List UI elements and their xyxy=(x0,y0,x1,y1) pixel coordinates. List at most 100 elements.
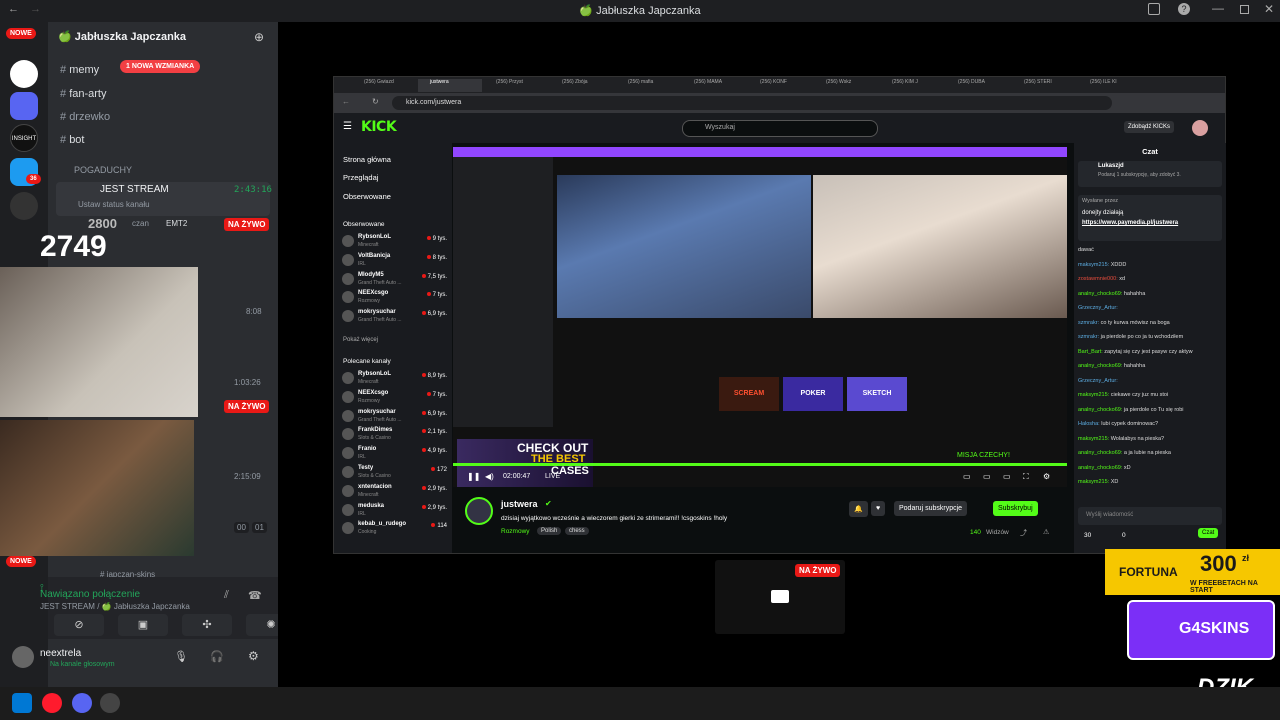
kicks-button[interactable]: Zdobądź KICKs xyxy=(1124,121,1175,133)
chat-username[interactable]: szmrakr: xyxy=(1078,320,1099,326)
progress-bar[interactable] xyxy=(453,463,1067,466)
app-icon[interactable] xyxy=(100,693,120,713)
chat-input[interactable]: Wyślij wiadomość xyxy=(1078,507,1222,525)
share-icon[interactable]: ⤴ xyxy=(1020,528,1027,538)
voice-status[interactable]: Ustaw status kanału xyxy=(78,200,150,209)
chat-username[interactable]: analny_chocko69: xyxy=(1078,465,1122,471)
channel-list-item[interactable]: VoltBanicja IRL 8 tys. xyxy=(342,252,447,270)
chat-username[interactable]: analny_chocko69: xyxy=(1078,407,1122,413)
channel-memy[interactable]: # memy xyxy=(60,64,99,76)
channel-list-item[interactable]: RybsonLoL Minecraft 9 tys. xyxy=(342,233,447,251)
channel-list-item[interactable]: RybsonLoL Minecraft 8,9 tys. xyxy=(342,370,447,388)
browser-tab[interactable]: (256) KIM J xyxy=(880,79,944,92)
subscribe-button[interactable]: Subskrybuj xyxy=(993,501,1038,516)
connection-status[interactable]: Nawiązano połączenie xyxy=(40,589,140,600)
channel-list-item[interactable]: NEEXcsgo Rozmowy 7 tys. xyxy=(342,389,447,407)
camera-off-icon[interactable]: ⊘ xyxy=(54,614,104,636)
server-icon[interactable] xyxy=(10,192,38,220)
webcam-tile-1[interactable] xyxy=(0,267,198,417)
chat-username[interactable]: zostawmnie000: xyxy=(1078,276,1118,282)
maximize-icon[interactable] xyxy=(1240,5,1249,14)
browser-tab[interactable]: (256) ILE KI xyxy=(1078,79,1130,92)
channel-list-item[interactable]: mokrysuchar Grand Theft Auto ... 6,9 tys. xyxy=(342,308,447,326)
screen-share-tile[interactable]: NA ŻYWO xyxy=(715,560,845,634)
channel-list-item[interactable]: Franio IRL 4,9 tys. xyxy=(342,445,447,463)
connection-channel[interactable]: JEST STREAM / 🍏 Jabłuszka Japczanka xyxy=(40,602,190,611)
disconnect-icon[interactable]: ☎ xyxy=(248,589,262,602)
username[interactable]: neextrela xyxy=(40,648,81,659)
chat-username[interactable]: maksym215: xyxy=(1078,479,1109,485)
browser-tab[interactable]: (256) Zbója xyxy=(550,79,614,92)
chat-username[interactable]: analny_chocko69: xyxy=(1078,291,1122,297)
browser-tab[interactable]: (256) DUBA xyxy=(946,79,1010,92)
headphones-icon[interactable]: 🎧 xyxy=(210,650,224,663)
settings-gear-icon[interactable]: ⚙ xyxy=(248,649,259,663)
pip-icon[interactable]: ▭ xyxy=(1003,472,1011,481)
chat-username[interactable]: analny_chocko69: xyxy=(1078,450,1122,456)
server-icon[interactable] xyxy=(10,60,38,88)
url-field[interactable]: kick.com/justwera xyxy=(392,96,1112,110)
add-member-icon[interactable]: ⊕ xyxy=(254,30,264,44)
pause-icon[interactable]: ❚❚ xyxy=(467,472,480,481)
help-icon[interactable]: ? xyxy=(1178,3,1190,15)
channel-bot[interactable]: # bot xyxy=(60,134,84,146)
show-more[interactable]: Pokaż więcej xyxy=(343,337,378,343)
channel-list-item[interactable]: kebab_u_rudego Cooking 114 xyxy=(342,520,447,538)
screen-share-icon[interactable]: ▣ xyxy=(118,614,168,636)
player-settings-icon[interactable]: ⚙ xyxy=(1043,472,1050,481)
chat-username[interactable]: szmrakr: xyxy=(1078,334,1099,340)
nav-browse[interactable]: Przeglądaj xyxy=(343,173,378,182)
browser-tab[interactable]: (256) Wskż xyxy=(814,79,878,92)
avatar[interactable] xyxy=(1192,120,1208,136)
stream-category[interactable]: Rozmowy xyxy=(501,528,530,535)
chat-username[interactable]: maksym215: xyxy=(1078,262,1109,268)
pinned-message[interactable]: Wysłane przez donejty działają https://w… xyxy=(1078,195,1222,241)
channel-list-item[interactable]: FrankDimes Slots & Casino 2,1 tys. xyxy=(342,426,447,444)
category-pogaduchy[interactable]: POGADUCHY xyxy=(74,165,132,175)
webcam-tile-2[interactable] xyxy=(0,420,194,556)
chat-username[interactable]: Halosha: xyxy=(1078,421,1100,427)
chat-username[interactable]: maksym215: xyxy=(1078,392,1109,398)
browser-tab[interactable]: (256) Przyst xyxy=(484,79,548,92)
channel-list-item[interactable]: xntentacion Minecraft 2,9 tys. xyxy=(342,483,447,501)
theater-icon[interactable]: ▭ xyxy=(983,472,991,481)
chat-username[interactable]: analny_chocko69: xyxy=(1078,363,1122,369)
nav-home[interactable]: Strona główna xyxy=(343,155,391,164)
channel-drzewko[interactable]: # drzewko xyxy=(60,111,110,123)
clip-icon[interactable]: ▭ xyxy=(963,472,971,481)
chat-username[interactable]: maksym215: xyxy=(1078,436,1109,442)
browser-tab[interactable]: (256) KONF xyxy=(748,79,812,92)
server-icon[interactable] xyxy=(10,92,38,120)
donate-link[interactable]: https://www.paymedia.pl/justwera xyxy=(1082,220,1178,226)
inbox-icon[interactable] xyxy=(1148,3,1160,15)
channel-fan-arty[interactable]: # fan-arty xyxy=(60,88,106,100)
browser-tab[interactable]: (256) STERI xyxy=(1012,79,1076,92)
mention-badge[interactable]: 1 NOWA WZMIANKA xyxy=(120,60,201,73)
channel-list-item[interactable]: meduska IRL 2,9 tys. xyxy=(342,502,447,520)
tag-chess[interactable]: chess xyxy=(565,527,589,535)
chat-username[interactable]: Grzeczny_Artur: xyxy=(1078,378,1118,384)
browser-tab-active[interactable]: justwera xyxy=(418,79,482,92)
activities-icon[interactable]: ✣ xyxy=(182,614,232,636)
pinned-gift[interactable]: Lukaszjd Podaruj 1 subskrypcję, aby zdob… xyxy=(1078,161,1222,187)
reload-icon[interactable]: ↻ xyxy=(372,97,379,106)
menu-icon[interactable]: ☰ xyxy=(343,121,352,132)
close-icon[interactable]: ✕ xyxy=(1264,2,1274,16)
report-icon[interactable]: ⚠ xyxy=(1043,528,1049,536)
heart-icon[interactable]: ♥ xyxy=(871,501,886,516)
server-insight[interactable]: INSIGHT xyxy=(10,124,38,152)
browser-tab[interactable]: (256) MAMA xyxy=(682,79,746,92)
channel-avatar[interactable] xyxy=(465,497,493,525)
chat-send-button[interactable]: Czat xyxy=(1198,528,1219,538)
noise-icon[interactable]: ⫽ xyxy=(224,589,229,602)
kick-logo[interactable]: KICK xyxy=(361,119,397,135)
opera-icon[interactable] xyxy=(42,693,62,713)
channel-list-item[interactable]: mokrysuchar Grand Theft Auto ... 6,9 tys. xyxy=(342,408,447,426)
browser-tab[interactable]: (256) Gwiazd xyxy=(352,79,416,92)
minimize-icon[interactable]: — xyxy=(1212,1,1224,15)
volume-icon[interactable]: ◀) xyxy=(485,472,494,481)
channel-list-item[interactable]: MlodyM5 Grand Theft Auto ... 7,5 tys. xyxy=(342,271,447,289)
channel-list-item[interactable]: Testy Slots & Casino 172 xyxy=(342,464,447,482)
discord-icon[interactable] xyxy=(72,693,92,713)
avatar[interactable] xyxy=(12,646,34,668)
